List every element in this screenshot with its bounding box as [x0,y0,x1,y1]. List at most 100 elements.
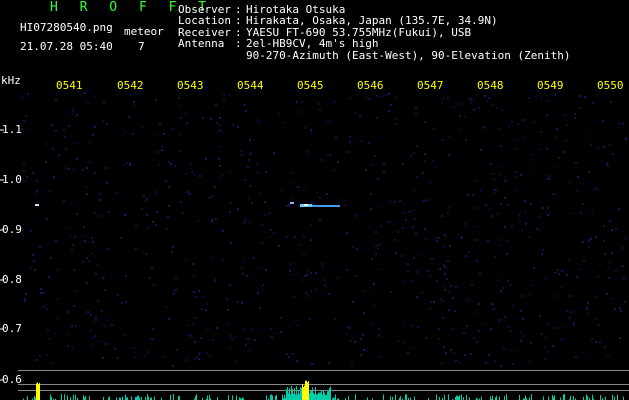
noise-speck [407,352,409,354]
noise-speck [380,225,382,227]
noise-speck [151,267,153,269]
histogram-bar [178,395,179,400]
noise-speck [469,98,471,100]
histogram-bar [292,388,293,400]
noise-speck [206,303,208,305]
noise-speck [492,303,494,305]
noise-speck [441,362,443,364]
noise-speck [198,358,200,360]
noise-speck [46,308,48,310]
noise-speck [42,306,44,308]
noise-speck [405,219,407,221]
noise-speck [464,354,466,356]
noise-speck [146,214,148,216]
noise-speck [191,171,193,173]
noise-speck [412,347,414,349]
noise-speck [349,97,351,99]
noise-speck [190,163,192,165]
noise-speck [611,252,613,254]
noise-speck [385,94,387,96]
noise-speck [91,253,93,255]
noise-speck [614,308,616,310]
noise-speck [515,176,517,178]
noise-speck [192,263,194,265]
histogram-bar [323,390,324,400]
noise-speck [416,271,418,273]
histogram-bar [73,394,74,400]
noise-speck [432,160,434,162]
histogram-bar [395,394,396,400]
noise-speck [232,124,234,126]
noise-speck [504,197,506,199]
noise-speck [265,269,267,271]
noise-speck [257,172,259,174]
noise-speck [93,321,95,323]
noise-speck [245,110,247,112]
noise-speck [542,207,544,209]
histogram-bar [390,396,391,400]
noise-speck [185,112,187,114]
noise-speck [443,264,445,266]
noise-speck [126,162,128,164]
noise-speck [459,115,461,117]
background-noise [20,92,627,367]
histogram-bar [414,396,415,400]
noise-speck [180,201,182,203]
noise-speck [94,96,96,98]
noise-speck [210,257,212,259]
noise-speck [602,120,604,122]
noise-speck [542,249,544,251]
noise-speck [86,167,88,169]
noise-speck [135,248,137,250]
noise-speck [519,211,521,213]
noise-speck [434,166,436,168]
noise-speck [411,280,413,282]
noise-speck [36,193,38,195]
noise-speck [290,197,292,199]
noise-speck [98,215,100,217]
histogram-bar [131,396,132,400]
noise-speck [595,318,597,320]
histogram-bar [287,387,288,400]
histogram-bar [312,387,313,400]
noise-speck [159,123,161,125]
noise-speck [144,355,146,357]
histogram-bar [317,394,318,400]
noise-speck [107,248,109,250]
noise-speck [270,336,272,338]
noise-speck [415,107,417,109]
noise-speck [452,328,454,330]
histogram-bar [570,395,571,400]
noise-speck [398,340,400,342]
noise-speck [108,211,110,213]
noise-speck [587,313,589,315]
noise-speck [476,239,478,241]
noise-speck [555,194,557,196]
histogram-bar [303,387,304,400]
noise-speck [187,324,189,326]
noise-speck [247,210,249,212]
noise-speck [441,215,443,217]
noise-speck [360,140,362,142]
noise-speck [103,101,105,103]
noise-speck [560,339,562,341]
noise-speck [106,123,108,125]
noise-speck [180,117,182,119]
noise-speck [425,238,427,240]
noise-speck [372,323,374,325]
noise-speck [575,162,577,164]
noise-speck [301,101,303,103]
noise-speck [270,229,272,231]
noise-speck [324,285,326,287]
noise-speck [378,335,380,337]
noise-speck [453,352,455,354]
noise-speck [477,226,479,228]
histogram-bar [297,394,298,400]
noise-speck [588,246,590,248]
noise-speck [582,203,584,205]
noise-speck [504,226,506,228]
noise-speck [511,225,513,227]
noise-speck [55,333,57,335]
noise-speck [438,328,440,330]
noise-speck [231,338,233,340]
